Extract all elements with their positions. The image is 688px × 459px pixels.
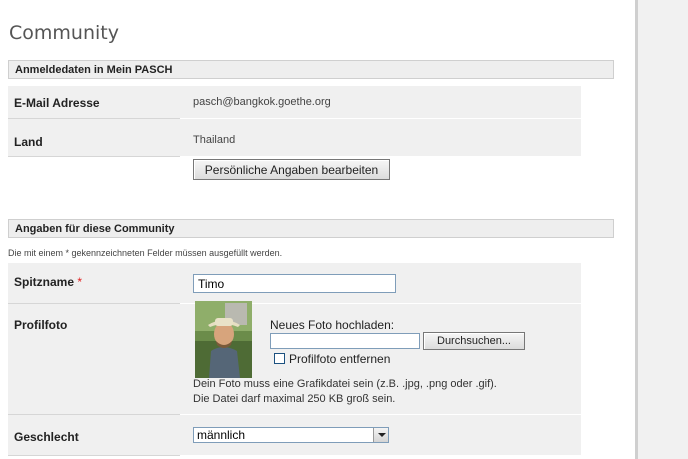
photo-hint-size: Die Datei darf maximal 250 KB groß sein.	[193, 393, 396, 405]
country-value: Thailand	[193, 134, 236, 146]
page-title: Community	[9, 22, 119, 44]
file-path-input[interactable]	[270, 333, 420, 349]
nickname-label: Spitzname	[14, 275, 75, 289]
login-section-header: Anmeldedaten in Mein PASCH	[8, 60, 614, 79]
gender-select-value: männlich	[197, 428, 246, 442]
chevron-down-icon[interactable]	[373, 428, 388, 442]
upload-label: Neues Foto hochladen:	[270, 318, 395, 332]
browse-button[interactable]: Durchsuchen...	[423, 332, 525, 350]
community-section-header: Angaben für diese Community	[8, 219, 614, 238]
main-content: Community Anmeldedaten in Mein PASCH E-M…	[0, 0, 635, 459]
email-row: E-Mail Adresse pasch@bangkok.goethe.org	[8, 86, 581, 118]
email-value: pasch@bangkok.goethe.org	[193, 96, 331, 108]
remove-photo-checkbox[interactable]	[274, 353, 285, 364]
photo-hint-format: Dein Foto muss eine Grafikdatei sein (z.…	[193, 378, 497, 390]
row-divider	[8, 455, 180, 456]
required-star: *	[77, 275, 83, 289]
row-divider	[8, 156, 180, 157]
country-row: Land Thailand	[8, 119, 581, 156]
profile-photo-label: Profilfoto	[14, 318, 68, 332]
country-label: Land	[14, 135, 43, 149]
right-sidebar-panel	[635, 0, 688, 459]
nickname-input[interactable]	[193, 274, 396, 293]
gender-label: Geschlecht	[14, 430, 79, 444]
edit-personal-data-button[interactable]: Persönliche Angaben bearbeiten	[193, 159, 390, 180]
gender-select[interactable]: männlich	[193, 427, 389, 443]
profile-photo-image	[195, 301, 252, 378]
nickname-label-wrap: Spitzname *	[14, 275, 82, 289]
remove-photo-label: Profilfoto entfernen	[289, 352, 391, 366]
email-label: E-Mail Adresse	[14, 96, 100, 110]
required-fields-note: Die mit einem * gekennzeichneten Felder …	[8, 248, 283, 258]
